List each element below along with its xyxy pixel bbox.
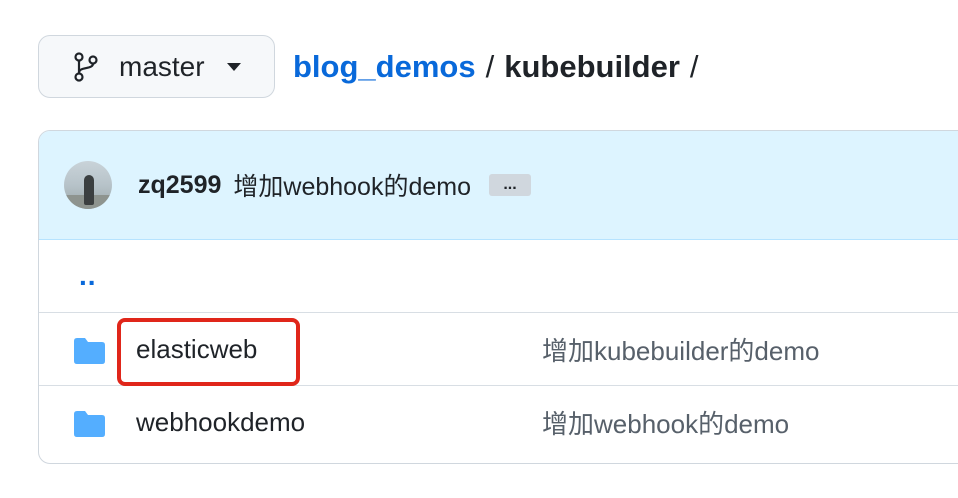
git-branch-icon: [73, 51, 103, 82]
repo-header: master blog_demos / kubebuilder /: [0, 0, 958, 130]
breadcrumb-separator: /: [689, 49, 699, 84]
file-commit-message[interactable]: 增加kubebuilder的demo: [542, 331, 819, 368]
branch-selector-button[interactable]: master: [38, 35, 275, 98]
parent-directory-link[interactable]: ..: [79, 260, 97, 292]
commit-message[interactable]: 增加webhook的demo: [233, 167, 471, 203]
chevron-down-icon: [226, 62, 241, 71]
breadcrumb: blog_demos / kubebuilder /: [293, 46, 709, 88]
breadcrumb-repo-link[interactable]: blog_demos: [293, 49, 476, 85]
commit-expand-button[interactable]: ...: [489, 174, 532, 196]
breadcrumb-current-folder: kubebuilder: [504, 49, 680, 84]
file-name-link[interactable]: webhookdemo: [136, 407, 305, 438]
file-browser: zq2599 增加webhook的demo ... .. elasticweb …: [38, 130, 958, 464]
commit-author[interactable]: zq2599: [138, 171, 221, 200]
file-commit-message[interactable]: 增加webhook的demo: [542, 404, 789, 441]
avatar[interactable]: [64, 161, 112, 209]
folder-icon: [72, 410, 106, 438]
parent-directory-row: ..: [39, 240, 958, 313]
highlight-annotation: [117, 318, 300, 386]
breadcrumb-separator: /: [485, 49, 495, 84]
file-row[interactable]: webhookdemo 增加webhook的demo: [39, 386, 958, 459]
folder-icon: [72, 337, 106, 365]
latest-commit-bar: zq2599 增加webhook的demo ...: [39, 131, 958, 240]
branch-name: master: [119, 50, 205, 82]
